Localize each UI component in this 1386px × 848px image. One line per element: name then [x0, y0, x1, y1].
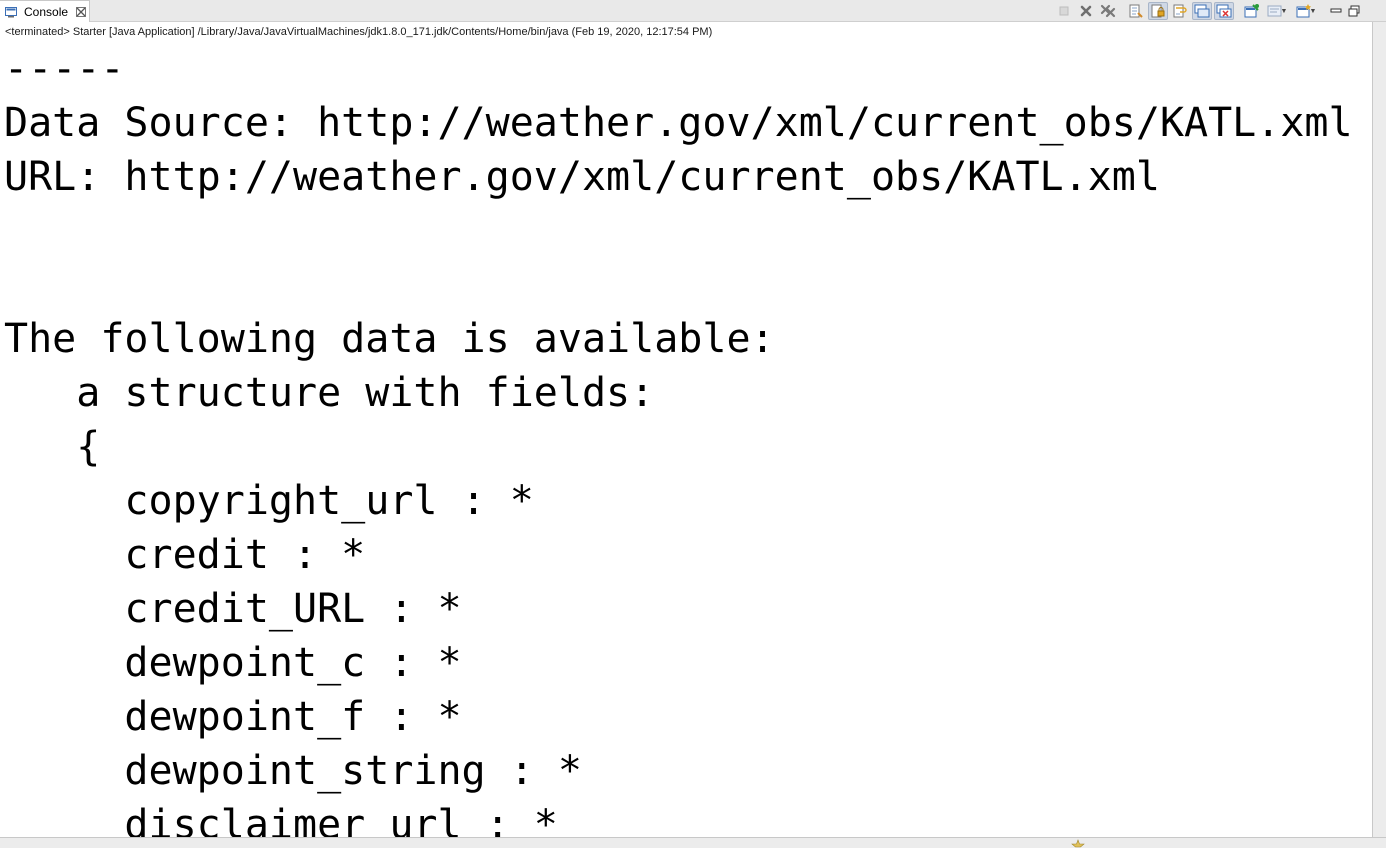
terminate-button[interactable]	[1054, 2, 1074, 20]
minimize-icon	[1330, 8, 1342, 13]
console-line: dewpoint_string : *	[4, 748, 582, 794]
pin-icon	[1244, 4, 1259, 18]
scroll-lock-button[interactable]	[1148, 2, 1168, 20]
display-console-button[interactable]: ▼	[1264, 2, 1290, 20]
console-line: Data Source: http://weather.gov/xml/curr…	[4, 100, 1353, 146]
stdout-icon	[1194, 4, 1210, 18]
chevron-down-icon: ▼	[1309, 7, 1317, 15]
console-output[interactable]: ----- Data Source: http://weather.gov/xm…	[0, 42, 1372, 837]
show-on-stdout-button[interactable]	[1192, 2, 1212, 20]
maximize-button[interactable]	[1346, 2, 1362, 20]
clear-console-button[interactable]	[1126, 2, 1146, 20]
console-line: dewpoint_c : *	[4, 640, 462, 686]
console-line: The following data is available:	[4, 316, 775, 362]
console-line: -----	[4, 46, 125, 92]
close-icon[interactable]	[75, 6, 87, 18]
console-line: credit_URL : *	[4, 586, 462, 632]
console-icon	[5, 6, 17, 17]
stop-square-icon	[1059, 6, 1069, 16]
minimize-button[interactable]	[1328, 2, 1344, 20]
pin-console-button[interactable]	[1242, 2, 1262, 20]
stderr-icon	[1216, 4, 1232, 18]
tab-label: Console	[24, 4, 69, 19]
double-x-icon	[1100, 4, 1116, 18]
console-line: a structure with fields:	[4, 370, 655, 416]
status-bar	[0, 837, 1386, 848]
star-icon	[1071, 839, 1085, 848]
maximize-icon	[1348, 5, 1360, 17]
word-wrap-icon	[1173, 4, 1187, 18]
remove-all-terminated-button[interactable]	[1098, 2, 1118, 20]
open-console-button[interactable]: ▼	[1292, 2, 1320, 20]
show-on-stderr-button[interactable]	[1214, 2, 1234, 20]
console-line: dewpoint_f : *	[4, 694, 462, 740]
console-line: {	[4, 424, 101, 470]
console-line: copyright_url : *	[4, 478, 534, 524]
clear-console-icon	[1129, 4, 1143, 18]
console-line: credit : *	[4, 532, 366, 578]
chevron-down-icon: ▼	[1280, 7, 1288, 15]
word-wrap-button[interactable]	[1170, 2, 1190, 20]
launch-status-line: <terminated> Starter [Java Application] …	[0, 22, 1372, 42]
view-tab-bar: Console ▼ ▼	[0, 0, 1386, 22]
vertical-scrollbar[interactable]	[1372, 22, 1386, 848]
lock-icon	[1151, 4, 1165, 18]
x-icon	[1080, 5, 1092, 17]
console-toolbar: ▼ ▼	[1052, 1, 1362, 21]
console-line: disclaimer_url : *	[4, 802, 558, 837]
console-line: URL: http://weather.gov/xml/current_obs/…	[4, 154, 1160, 200]
tab-console[interactable]: Console	[0, 0, 90, 22]
remove-launch-button[interactable]	[1076, 2, 1096, 20]
